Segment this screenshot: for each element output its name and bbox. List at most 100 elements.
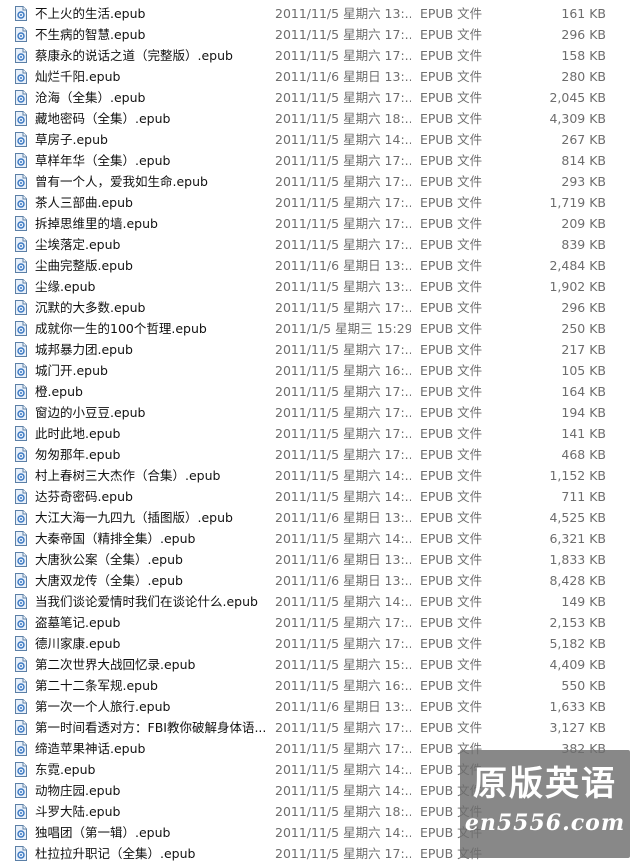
file-row[interactable]: 窗边的小豆豆.epub 2011/11/5 星期六 17:... EPUB 文件… xyxy=(0,402,636,423)
file-row[interactable]: 匆匆那年.epub 2011/11/5 星期六 17:... EPUB 文件 4… xyxy=(0,444,636,465)
epub-file-icon xyxy=(15,783,27,798)
file-type: EPUB 文件 xyxy=(420,573,483,588)
file-name: 拆掉思维里的墙.epub xyxy=(35,216,158,231)
file-row[interactable]: 城门开.epub 2011/11/5 星期六 16:... EPUB 文件 10… xyxy=(0,360,636,381)
file-name: 德川家康.epub xyxy=(35,636,121,651)
file-type: EPUB 文件 xyxy=(420,363,483,378)
file-size: 2,484 KB xyxy=(549,258,606,273)
file-size: 267 KB xyxy=(561,132,606,147)
file-row[interactable]: 大唐狄公案（全集）.epub 2011/11/6 星期日 13:... EPUB… xyxy=(0,549,636,570)
file-row[interactable]: 达芬奇密码.epub 2011/11/5 星期六 14:... EPUB 文件 … xyxy=(0,486,636,507)
file-row[interactable]: 第二次世界大战回忆录.epub 2011/11/5 星期六 15:... EPU… xyxy=(0,654,636,675)
epub-file-icon xyxy=(15,132,27,147)
file-name: 东霓.epub xyxy=(35,762,96,777)
file-row[interactable]: 大唐双龙传（全集）.epub 2011/11/6 星期日 13:... EPUB… xyxy=(0,570,636,591)
file-date-modified: 2011/11/5 星期六 17:... xyxy=(275,237,411,252)
epub-file-icon xyxy=(15,69,27,84)
file-row[interactable]: 第一次一个人旅行.epub 2011/11/6 星期日 13:... EPUB … xyxy=(0,696,636,717)
file-size: 1,633 KB xyxy=(549,699,606,714)
file-size: 141 KB xyxy=(561,426,606,441)
file-name: 尘埃落定.epub xyxy=(35,237,121,252)
file-size: 839 KB xyxy=(561,237,606,252)
file-row[interactable]: 尘缘.epub 2011/11/5 星期六 13:... EPUB 文件 1,9… xyxy=(0,276,636,297)
file-type: EPUB 文件 xyxy=(420,405,483,420)
file-type: EPUB 文件 xyxy=(420,678,483,693)
file-row[interactable]: 不上火的生活.epub 2011/11/5 星期六 13:... EPUB 文件… xyxy=(0,3,636,24)
epub-file-icon xyxy=(15,573,27,588)
file-date-modified: 2011/11/6 星期日 13:... xyxy=(275,552,411,567)
epub-file-icon xyxy=(15,720,27,735)
file-row[interactable]: 茶人三部曲.epub 2011/11/5 星期六 17:... EPUB 文件 … xyxy=(0,192,636,213)
file-name: 尘缘.epub xyxy=(35,279,96,294)
epub-file-icon xyxy=(15,279,27,294)
file-row[interactable]: 灿烂千阳.epub 2011/11/6 星期日 13:... EPUB 文件 2… xyxy=(0,66,636,87)
file-date-modified: 2011/11/5 星期六 17:... xyxy=(275,90,411,105)
file-size: 6,321 KB xyxy=(549,531,606,546)
file-size: 164 KB xyxy=(561,384,606,399)
file-name: 第二十二条军规.epub xyxy=(35,678,158,693)
file-type: EPUB 文件 xyxy=(420,447,483,462)
file-row[interactable]: 曾有一个人，爱我如生命.epub 2011/11/5 星期六 17:... EP… xyxy=(0,171,636,192)
file-row[interactable]: 此时此地.epub 2011/11/5 星期六 17:... EPUB 文件 1… xyxy=(0,423,636,444)
epub-file-icon xyxy=(15,615,27,630)
file-type: EPUB 文件 xyxy=(420,720,483,735)
file-date-modified: 2011/11/5 星期六 17:... xyxy=(275,447,411,462)
file-date-modified: 2011/11/5 星期六 14:... xyxy=(275,489,411,504)
file-type: EPUB 文件 xyxy=(420,216,483,231)
epub-file-icon xyxy=(15,657,27,672)
file-row[interactable]: 草样年华（全集）.epub 2011/11/5 星期六 17:... EPUB … xyxy=(0,150,636,171)
file-type: EPUB 文件 xyxy=(420,489,483,504)
file-size: 4,409 KB xyxy=(549,657,606,672)
file-name: 曾有一个人，爱我如生命.epub xyxy=(35,174,208,189)
file-row[interactable]: 草房子.epub 2011/11/5 星期六 14:... EPUB 文件 26… xyxy=(0,129,636,150)
file-row[interactable]: 德川家康.epub 2011/11/5 星期六 17:... EPUB 文件 5… xyxy=(0,633,636,654)
file-name: 第二次世界大战回忆录.epub xyxy=(35,657,196,672)
file-date-modified: 2011/11/6 星期日 13:... xyxy=(275,258,411,273)
epub-file-icon xyxy=(15,153,27,168)
file-row[interactable]: 尘埃落定.epub 2011/11/5 星期六 17:... EPUB 文件 8… xyxy=(0,234,636,255)
file-row[interactable]: 藏地密码（全集）.epub 2011/11/5 星期六 18:... EPUB … xyxy=(0,108,636,129)
file-row[interactable]: 蔡康永的说话之道（完整版）.epub 2011/11/5 星期六 17:... … xyxy=(0,45,636,66)
file-name: 沧海（全集）.epub xyxy=(35,90,146,105)
file-row[interactable]: 第二十二条军规.epub 2011/11/5 星期六 16:... EPUB 文… xyxy=(0,675,636,696)
file-name: 灿烂千阳.epub xyxy=(35,69,121,84)
file-row[interactable]: 沉默的大多数.epub 2011/11/5 星期六 17:... EPUB 文件… xyxy=(0,297,636,318)
file-name: 成就你一生的100个哲理.epub xyxy=(35,321,207,336)
file-row[interactable]: 尘曲完整版.epub 2011/11/6 星期日 13:... EPUB 文件 … xyxy=(0,255,636,276)
epub-file-icon xyxy=(15,405,27,420)
file-type: EPUB 文件 xyxy=(420,279,483,294)
file-name: 草房子.epub xyxy=(35,132,108,147)
file-date-modified: 2011/11/5 星期六 18:... xyxy=(275,111,411,126)
file-date-modified: 2011/11/5 星期六 17:... xyxy=(275,300,411,315)
file-type: EPUB 文件 xyxy=(420,258,483,273)
epub-file-icon xyxy=(15,552,27,567)
file-date-modified: 2011/11/5 星期六 17:... xyxy=(275,27,411,42)
file-row[interactable]: 当我们谈论爱情时我们在谈论什么.epub 2011/11/5 星期六 14:..… xyxy=(0,591,636,612)
file-row[interactable]: 沧海（全集）.epub 2011/11/5 星期六 17:... EPUB 文件… xyxy=(0,87,636,108)
file-row[interactable]: 不生病的智慧.epub 2011/11/5 星期六 17:... EPUB 文件… xyxy=(0,24,636,45)
file-date-modified: 2011/11/5 星期六 17:... xyxy=(275,195,411,210)
file-row[interactable]: 成就你一生的100个哲理.epub 2011/1/5 星期三 15:29 EPU… xyxy=(0,318,636,339)
file-row[interactable]: 第一时间看透对方：FBI教你破解身体语... 2011/11/5 星期六 17:… xyxy=(0,717,636,738)
file-name: 城门开.epub xyxy=(35,363,108,378)
file-date-modified: 2011/11/5 星期六 16:... xyxy=(275,363,411,378)
file-row[interactable]: 村上春树三大杰作（合集）.epub 2011/11/5 星期六 14:... E… xyxy=(0,465,636,486)
watermark-logo: 原版英语 en5556.com xyxy=(460,750,630,858)
file-row[interactable]: 大秦帝国（精排全集）.epub 2011/11/5 星期六 14:... EPU… xyxy=(0,528,636,549)
file-type: EPUB 文件 xyxy=(420,615,483,630)
file-type: EPUB 文件 xyxy=(420,531,483,546)
epub-file-icon xyxy=(15,447,27,462)
file-name: 茶人三部曲.epub xyxy=(35,195,133,210)
file-row[interactable]: 橙.epub 2011/11/5 星期六 17:... EPUB 文件 164 … xyxy=(0,381,636,402)
file-row[interactable]: 盗墓笔记.epub 2011/11/5 星期六 17:... EPUB 文件 2… xyxy=(0,612,636,633)
file-row[interactable]: 城邦暴力团.epub 2011/11/5 星期六 17:... EPUB 文件 … xyxy=(0,339,636,360)
epub-file-icon xyxy=(15,489,27,504)
epub-file-icon xyxy=(15,825,27,840)
file-size: 2,045 KB xyxy=(549,90,606,105)
file-size: 2,153 KB xyxy=(549,615,606,630)
file-date-modified: 2011/11/5 星期六 17:... xyxy=(275,153,411,168)
file-type: EPUB 文件 xyxy=(420,48,483,63)
file-row[interactable]: 拆掉思维里的墙.epub 2011/11/5 星期六 17:... EPUB 文… xyxy=(0,213,636,234)
file-type: EPUB 文件 xyxy=(420,300,483,315)
file-row[interactable]: 大江大海一九四九（插图版）.epub 2011/11/6 星期日 13:... … xyxy=(0,507,636,528)
